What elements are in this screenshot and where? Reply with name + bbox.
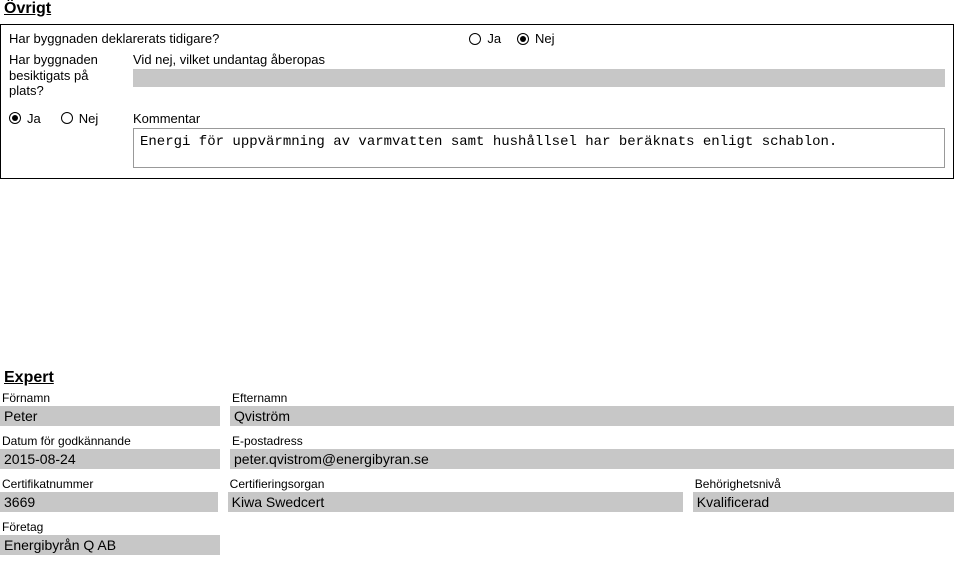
cert-label: Certifikatnummer (0, 477, 218, 491)
expert-row-2: Datum för godkännande 2015-08-24 E-posta… (0, 434, 954, 469)
behor-label: Behörighetsnivå (693, 477, 954, 491)
undantag-input[interactable] (133, 69, 945, 87)
ovrigt-section: Övrigt Har byggnaden deklarerats tidigar… (0, 0, 960, 179)
radio-icon (9, 112, 21, 124)
q3-left: Ja Nej (9, 111, 119, 126)
certorg-label: Certifieringsorgan (228, 477, 683, 491)
q1-ja-label: Ja (487, 31, 501, 46)
ovrigt-box: Har byggnaden deklarerats tidigare? Ja N… (0, 24, 954, 179)
foretag-cell: Företag Energibyrån Q AB (0, 520, 220, 555)
q1-label: Har byggnaden deklarerats tidigare? (9, 31, 219, 46)
datum-cell: Datum för godkännande 2015-08-24 (0, 434, 220, 469)
q2-right-label: Vid nej, vilket undantag åberopas (133, 52, 945, 67)
q3-nej-group[interactable]: Nej (61, 111, 99, 126)
q3-ja-label: Ja (27, 111, 41, 126)
radio-icon (517, 33, 529, 45)
epost-value[interactable]: peter.qvistrom@energibyran.se (230, 449, 954, 469)
foretag-value[interactable]: Energibyrån Q AB (0, 535, 220, 555)
q3-right: Kommentar Energi för uppvärmning av varm… (133, 111, 945, 168)
fornamn-value[interactable]: Peter (0, 406, 220, 426)
q3-ja-group[interactable]: Ja (9, 111, 41, 126)
epost-label: E-postadress (230, 434, 954, 448)
q2-row: Har byggnaden besiktigats på plats? Vid … (9, 52, 945, 99)
efternamn-label: Efternamn (230, 391, 954, 405)
behor-cell: Behörighetsnivå Kvalificerad (693, 477, 954, 512)
q1-row: Har byggnaden deklarerats tidigare? Ja N… (9, 31, 945, 46)
behor-value[interactable]: Kvalificerad (693, 492, 954, 512)
expert-title: Expert (4, 369, 954, 387)
datum-label: Datum för godkännande (0, 434, 220, 448)
q3-row: Ja Nej Kommentar Energi för uppvärmning … (9, 111, 945, 168)
cert-cell: Certifikatnummer 3669 (0, 477, 218, 512)
q2-left-label: Har byggnaden besiktigats på plats? (9, 52, 119, 99)
q1-nej-label: Nej (535, 31, 555, 46)
radio-icon (469, 33, 481, 45)
foretag-label: Företag (0, 520, 220, 534)
certorg-cell: Certifieringsorgan Kiwa Swedcert (228, 477, 683, 512)
expert-row-4: Företag Energibyrån Q AB (0, 520, 954, 555)
fornamn-label: Förnamn (0, 391, 220, 405)
ovrigt-title: Övrigt (4, 0, 960, 18)
datum-value[interactable]: 2015-08-24 (0, 449, 220, 469)
certorg-value[interactable]: Kiwa Swedcert (228, 492, 683, 512)
expert-row-1: Förnamn Peter Efternamn Qviström (0, 391, 954, 426)
efternamn-cell: Efternamn Qviström (230, 391, 954, 426)
q1-nej-group[interactable]: Nej (517, 31, 555, 46)
expert-section: Expert Förnamn Peter Efternamn Qviström … (0, 369, 960, 555)
cert-value[interactable]: 3669 (0, 492, 218, 512)
fornamn-cell: Förnamn Peter (0, 391, 220, 426)
efternamn-value[interactable]: Qviström (230, 406, 954, 426)
expert-row-3: Certifikatnummer 3669 Certifieringsorgan… (0, 477, 954, 512)
radio-icon (61, 112, 73, 124)
q2-right: Vid nej, vilket undantag åberopas (133, 52, 945, 87)
q1-ja-group[interactable]: Ja (469, 31, 501, 46)
q3-nej-label: Nej (79, 111, 99, 126)
kommentar-input[interactable]: Energi för uppvärmning av varmvatten sam… (133, 128, 945, 168)
epost-cell: E-postadress peter.qvistrom@energibyran.… (230, 434, 954, 469)
kommentar-label: Kommentar (133, 111, 945, 126)
